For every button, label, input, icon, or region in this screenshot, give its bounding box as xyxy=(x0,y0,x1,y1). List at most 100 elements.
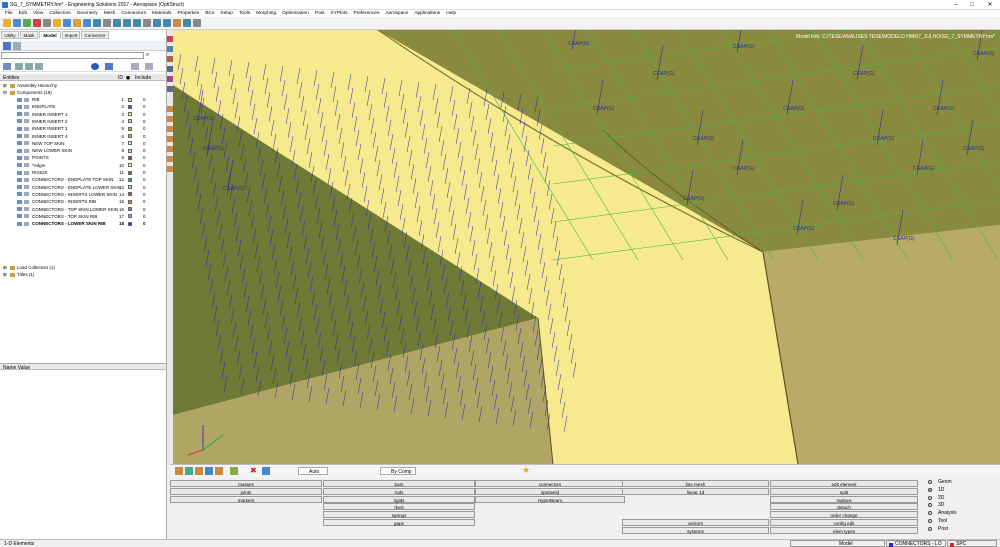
panel-button-springs[interactable]: springs xyxy=(323,511,475,519)
tree-component-row[interactable]: POINTS 9 0 xyxy=(0,154,166,161)
toolbar-icon[interactable] xyxy=(103,19,111,27)
menu-optimization[interactable]: Optimization xyxy=(279,10,312,17)
panel-button-joints[interactable]: joints xyxy=(170,487,322,495)
star-icon[interactable]: ★ xyxy=(522,466,531,475)
cgap-label[interactable]: CGAP(G) xyxy=(683,196,705,202)
isolate-icon[interactable] xyxy=(35,63,43,70)
close-button[interactable]: ✕ xyxy=(984,1,996,9)
tree-component-row[interactable]: CONNECTORS - LOWER SKIN RIB 18 0 xyxy=(0,220,166,227)
component-color[interactable] xyxy=(128,163,132,168)
cgap-label[interactable]: CGAP(G) xyxy=(223,186,245,192)
visibility-icon[interactable] xyxy=(24,192,29,197)
toolbar-icon[interactable] xyxy=(33,19,41,27)
radio-circle[interactable] xyxy=(928,526,932,531)
tree-component-row[interactable]: CONNECTORS - TOP SKIN RIB 17 0 xyxy=(0,213,166,220)
tree-component-row[interactable]: INNER INSERT 4 6 0 xyxy=(0,133,166,140)
panel-button-markers[interactable]: markers xyxy=(170,495,322,503)
toolbar-icon[interactable] xyxy=(93,19,101,27)
panel-button-rods[interactable]: rods xyxy=(323,487,475,495)
cgap-label[interactable]: CGAP(G) xyxy=(203,146,225,152)
tree-component-row[interactable]: RIB 1 0 xyxy=(0,96,166,103)
panel-button-rigids[interactable]: rigids xyxy=(323,495,475,503)
toolbar-icon[interactable] xyxy=(83,19,91,27)
cgap-label[interactable]: CGAP(G) xyxy=(873,136,895,142)
toolbar-icon[interactable] xyxy=(123,19,131,27)
visibility-icon[interactable] xyxy=(24,97,29,102)
visibility-icon[interactable] xyxy=(24,148,29,153)
component-color[interactable] xyxy=(128,155,132,160)
show-icon[interactable] xyxy=(15,63,23,70)
visibility-icon[interactable] xyxy=(24,221,29,226)
model-view-icon[interactable] xyxy=(3,42,11,50)
tree-component-row[interactable]: CONNECTORS - INSERTS RIB 15 0 xyxy=(0,198,166,205)
toolbar-icon[interactable] xyxy=(230,467,238,475)
tab-utility[interactable]: Utility xyxy=(1,31,19,39)
expand-icon[interactable]: ⊞ xyxy=(3,264,7,271)
tree-load-collectors[interactable]: ⊞ Load Collectors (1) xyxy=(0,264,166,271)
panel-button-spotweld[interactable]: spotweld xyxy=(475,487,625,495)
visibility-icon[interactable] xyxy=(24,207,29,211)
menu-morphing[interactable]: Morphing xyxy=(253,10,279,17)
toolbar-icon[interactable] xyxy=(13,19,21,27)
visibility-icon[interactable] xyxy=(24,126,29,131)
visibility-icon[interactable] xyxy=(24,141,29,146)
toolbar-icon[interactable] xyxy=(173,19,181,27)
panel-button-order-change[interactable]: order change xyxy=(770,511,918,519)
component-color[interactable] xyxy=(128,192,132,197)
panel-button-vectors[interactable]: vectors xyxy=(622,519,769,526)
tab-import[interactable]: Import xyxy=(62,31,80,39)
toolbar-icon[interactable] xyxy=(175,467,183,475)
component-color[interactable] xyxy=(128,97,132,102)
menu-view[interactable]: View xyxy=(30,10,46,17)
component-color[interactable] xyxy=(128,214,132,219)
radio-circle[interactable] xyxy=(928,480,932,484)
component-color[interactable] xyxy=(128,141,132,146)
cgap-label[interactable]: CGAP(G) xyxy=(833,201,855,207)
toolbar-icon[interactable] xyxy=(163,19,171,27)
panel-button-gaps[interactable]: gaps xyxy=(323,519,475,526)
minimize-button[interactable]: – xyxy=(950,1,962,9)
visibility-icon[interactable] xyxy=(24,119,29,124)
panel-button-edit-element[interactable]: edit element xyxy=(770,480,918,487)
component-color[interactable] xyxy=(128,148,132,153)
toolbar-icon[interactable] xyxy=(262,467,270,475)
header-color[interactable]: ◼ xyxy=(126,75,130,81)
radio-circle[interactable] xyxy=(928,495,932,500)
component-color[interactable] xyxy=(128,207,132,211)
toolbar-icon[interactable] xyxy=(73,19,81,27)
status-bc[interactable]: SPC xyxy=(947,540,997,547)
display-icon[interactable] xyxy=(3,63,11,70)
color-mode-icon[interactable] xyxy=(91,63,99,70)
toolbar-icon[interactable] xyxy=(193,19,201,27)
tree-component-row[interactable]: CONNECTORS - ENDPLATE LOWER SKIN 13 0 xyxy=(0,184,166,191)
cgap-label[interactable]: CGAP(G) xyxy=(913,166,935,172)
cgap-label[interactable]: CGAP(G) xyxy=(733,44,755,50)
menu-aerospace[interactable]: Aerospace xyxy=(382,10,411,17)
panel-button-detach[interactable]: detach xyxy=(770,503,918,511)
component-color[interactable] xyxy=(128,104,132,109)
cgap-label[interactable]: CGAP(G) xyxy=(693,136,715,142)
cgap-label[interactable]: CGAP(G) xyxy=(793,226,815,232)
tree-assembly-hierarchy[interactable]: ⊞ Assembly Hierarchy xyxy=(0,82,166,89)
visibility-icon[interactable] xyxy=(24,163,29,168)
tab-model[interactable]: Model xyxy=(39,31,61,39)
menu-post[interactable]: Post xyxy=(312,10,328,17)
search-icon[interactable]: ⌕ xyxy=(146,52,153,59)
element-mode-icon[interactable] xyxy=(105,63,113,70)
visibility-icon[interactable] xyxy=(24,104,29,109)
header-include[interactable]: Include xyxy=(135,75,151,81)
visibility-icon[interactable] xyxy=(24,155,29,160)
menu-setup[interactable]: Setup xyxy=(217,10,236,17)
hide-icon[interactable] xyxy=(25,63,33,70)
toolbar-icon[interactable] xyxy=(53,19,61,27)
graphics-viewport[interactable]: CGAP(G) CGAP(G) CGAP(G) CGAP(G) CGAP(G) CGAP(… xyxy=(173,30,1000,464)
cgap-label[interactable]: CGAP(G) xyxy=(593,106,615,112)
toolbar-icon[interactable] xyxy=(23,19,31,27)
panel-button-masses[interactable]: masses xyxy=(170,480,322,487)
toolbar-icon[interactable] xyxy=(185,467,193,475)
menu-properties[interactable]: Properties xyxy=(174,10,202,17)
component-color[interactable] xyxy=(128,119,132,124)
visibility-icon[interactable] xyxy=(24,170,29,175)
cgap-label[interactable]: CGAP(G) xyxy=(568,41,590,47)
bycomp-dropdown[interactable]: By Comp xyxy=(380,467,416,475)
